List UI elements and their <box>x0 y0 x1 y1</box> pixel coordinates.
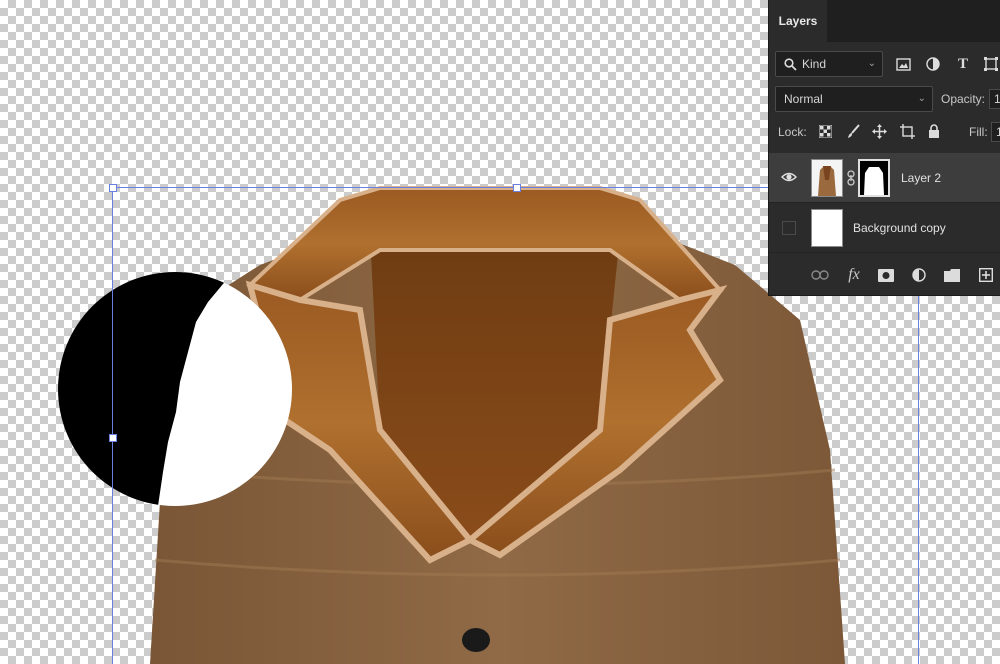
tab-layers[interactable]: Layers <box>769 0 827 42</box>
panel-tab-bar: Layers <box>769 0 1000 42</box>
search-icon <box>784 58 797 71</box>
layers-panel: Layers Kind ⌄ T Normal ⌄ Opacity: 1 <box>768 0 1000 296</box>
coat-button <box>462 628 490 652</box>
layer-thumbnail[interactable] <box>811 209 843 247</box>
fx-label: fx <box>848 266 860 283</box>
link-layers-icon[interactable] <box>809 264 831 286</box>
new-layer-icon[interactable] <box>975 264 997 286</box>
blend-mode-dropdown[interactable]: Normal ⌄ <box>775 86 933 112</box>
filter-kind-dropdown[interactable]: Kind ⌄ <box>775 51 883 77</box>
shape-filter-icon[interactable] <box>980 53 1000 75</box>
blend-mode-value: Normal <box>784 92 823 106</box>
layer-row-background-copy[interactable]: Background copy <box>769 203 1000 253</box>
visibility-toggle[interactable] <box>782 221 796 235</box>
lock-transparency-icon[interactable] <box>814 120 836 142</box>
adjustment-filter-icon[interactable] <box>922 53 944 75</box>
filter-row: Kind ⌄ T <box>769 50 1000 78</box>
blend-row: Normal ⌄ Opacity: 1 <box>769 86 1000 114</box>
lock-position-icon[interactable] <box>868 120 890 142</box>
chevron-down-icon: ⌄ <box>867 58 876 69</box>
group-folder-icon[interactable] <box>941 264 963 286</box>
adjustment-layer-icon[interactable] <box>908 264 930 286</box>
layer-mask-thumbnail[interactable] <box>858 159 890 197</box>
image-filter-icon[interactable] <box>892 53 914 75</box>
mask-preview-circle <box>58 272 292 506</box>
lock-image-icon[interactable] <box>842 120 864 142</box>
layers-panel-footer: fx <box>769 256 1000 295</box>
layer-row-layer-2[interactable]: Layer 2 <box>769 153 1000 203</box>
lock-label: Lock: <box>778 125 807 139</box>
lock-artboard-icon[interactable] <box>896 120 918 142</box>
chevron-down-icon: ⌄ <box>917 93 926 104</box>
opacity-label: Opacity: <box>941 92 986 106</box>
eye-icon[interactable] <box>781 169 797 185</box>
lock-all-icon[interactable] <box>923 120 945 142</box>
layer-thumbnail[interactable] <box>811 159 843 197</box>
opacity-input[interactable]: 1 <box>989 89 1000 109</box>
fill-input[interactable]: 1 <box>991 122 1000 142</box>
lock-row: Lock: Fill: 1 <box>769 120 1000 144</box>
type-filter-icon[interactable]: T <box>952 53 974 75</box>
fill-label: Fill: <box>969 125 988 139</box>
filter-kind-label: Kind <box>802 57 827 71</box>
layer-name[interactable]: Background copy <box>853 203 946 253</box>
add-mask-icon[interactable] <box>875 264 897 286</box>
fx-icon[interactable]: fx <box>843 264 865 286</box>
mask-link-icon[interactable] <box>847 170 855 186</box>
layer-name[interactable]: Layer 2 <box>901 153 941 203</box>
